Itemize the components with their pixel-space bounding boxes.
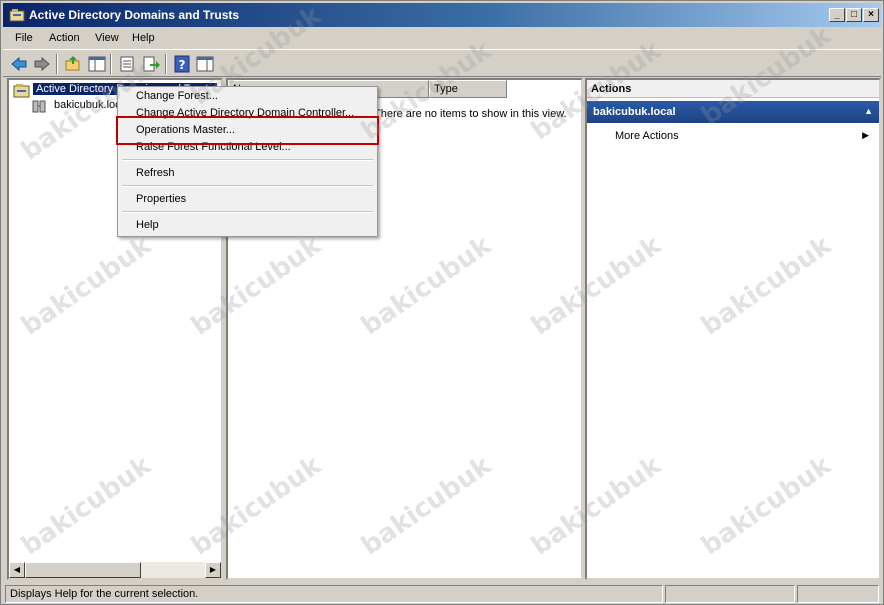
- submenu-arrow-icon: ▶: [862, 130, 869, 140]
- menu-help[interactable]: Help: [132, 32, 155, 44]
- menu-separator: [122, 159, 373, 161]
- annotation-highlight-box: [116, 116, 379, 145]
- collapse-icon[interactable]: ▲: [864, 106, 873, 116]
- domain-icon: [32, 100, 46, 113]
- maximize-button[interactable]: □: [846, 8, 862, 22]
- context-menu: Change Forest... Change Active Directory…: [117, 86, 378, 237]
- toolbar-separator: [110, 54, 112, 74]
- ad-domains-trusts-icon: [13, 84, 30, 98]
- more-actions-item[interactable]: More Actions: [615, 130, 679, 142]
- toolbar-separator: [165, 54, 167, 74]
- export-list-icon[interactable]: [141, 54, 161, 74]
- up-folder-icon[interactable]: [63, 54, 83, 74]
- close-button[interactable]: ×: [863, 8, 879, 22]
- menu-item-properties[interactable]: Properties: [136, 193, 186, 205]
- toolbar-separator: [56, 54, 58, 74]
- menu-item-help[interactable]: Help: [136, 219, 159, 231]
- properties-icon[interactable]: [117, 54, 137, 74]
- actions-group-label: bakicubuk.local: [593, 106, 676, 118]
- title-bar[interactable]: Active Directory Domains and Trusts _ □ …: [3, 3, 881, 27]
- empty-list-message: There are no items to show in this view.: [374, 108, 567, 120]
- menu-item-change-forest[interactable]: Change Forest...: [136, 90, 218, 102]
- toolbar: ?: [3, 49, 881, 77]
- status-cell-2: [665, 585, 795, 603]
- main-window: Active Directory Domains and Trusts _ □ …: [0, 0, 884, 605]
- show-hide-action-pane-icon[interactable]: [195, 54, 215, 74]
- status-bar: Displays Help for the current selection.: [3, 584, 881, 604]
- menu-separator: [122, 211, 373, 213]
- scroll-right-icon[interactable]: ▶: [205, 562, 221, 578]
- window-title: Active Directory Domains and Trusts: [29, 8, 240, 22]
- scrollbar-thumb[interactable]: [25, 562, 141, 578]
- show-hide-tree-icon[interactable]: [87, 54, 107, 74]
- status-cell-3: [797, 585, 879, 603]
- svg-text:?: ?: [179, 58, 186, 72]
- help-icon[interactable]: ?: [172, 54, 192, 74]
- menu-action[interactable]: Action: [49, 32, 80, 44]
- scroll-left-icon[interactable]: ◀: [9, 562, 25, 578]
- actions-group-header[interactable]: bakicubuk.local ▲: [587, 101, 879, 123]
- menu-file[interactable]: File: [15, 32, 33, 44]
- back-icon[interactable]: [9, 54, 29, 74]
- status-text: Displays Help for the current selection.: [5, 585, 663, 603]
- forward-icon[interactable]: [32, 54, 52, 74]
- minimize-button[interactable]: _: [829, 8, 845, 22]
- menu-view[interactable]: View: [95, 32, 119, 44]
- menu-separator: [122, 185, 373, 187]
- actions-header: Actions: [587, 80, 879, 98]
- menu-item-refresh[interactable]: Refresh: [136, 167, 175, 179]
- column-header-type[interactable]: Type: [429, 80, 507, 98]
- tree-horizontal-scrollbar[interactable]: ◀ ▶: [9, 562, 221, 578]
- ad-domains-trusts-icon: [9, 8, 25, 22]
- actions-pane: Actions bakicubuk.local ▲ More Actions ▶: [585, 78, 881, 580]
- menu-bar: File Action View Help: [3, 28, 881, 48]
